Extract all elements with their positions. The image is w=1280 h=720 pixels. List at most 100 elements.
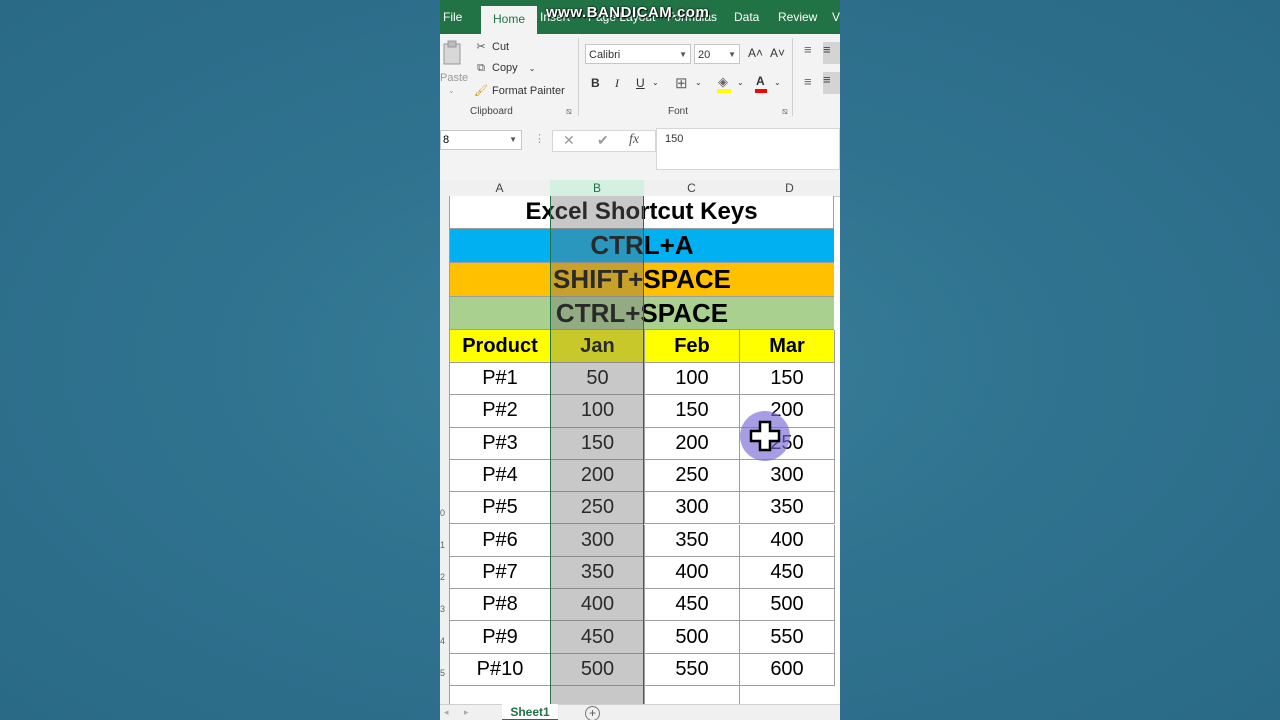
- value-cell[interactable]: 200: [645, 427, 740, 460]
- cancel-icon[interactable]: ✕: [563, 132, 575, 149]
- sheet-tab-sheet1[interactable]: Sheet1: [502, 704, 558, 720]
- value-cell[interactable]: 150: [551, 427, 645, 460]
- product-cell[interactable]: P#5: [450, 492, 551, 525]
- row-number[interactable]: 3: [440, 604, 449, 614]
- value-cell[interactable]: 550: [645, 653, 740, 686]
- value-cell[interactable]: 400: [740, 524, 835, 557]
- product-cell[interactable]: P#1: [450, 363, 551, 396]
- product-cell[interactable]: P#4: [450, 459, 551, 493]
- chevron-down-icon[interactable]: ⌄: [652, 78, 659, 87]
- header-cell-jan[interactable]: Jan: [551, 330, 645, 363]
- value-cell[interactable]: 350: [551, 556, 645, 590]
- tab-data[interactable]: Data: [734, 10, 759, 24]
- align-top-icon[interactable]: ≡: [804, 42, 812, 57]
- product-cell[interactable]: P#6: [450, 524, 551, 557]
- product-cell[interactable]: P#9: [450, 621, 551, 654]
- column-header-a[interactable]: A: [449, 180, 551, 197]
- tab-home[interactable]: Home: [481, 6, 538, 34]
- value-cell[interactable]: 600: [740, 653, 835, 686]
- align-left-icon[interactable]: ≡: [804, 74, 812, 89]
- enter-icon[interactable]: ✔: [597, 132, 609, 149]
- row-number[interactable]: 5: [440, 668, 449, 678]
- fill-color-icon[interactable]: ◈: [718, 74, 728, 90]
- clipboard-launcher-icon[interactable]: ⧅: [566, 106, 572, 117]
- product-cell[interactable]: P#3: [450, 427, 551, 460]
- font-size-value: 20: [698, 49, 711, 61]
- value-cell[interactable]: 100: [551, 395, 645, 428]
- shortcut-cell-shift-space[interactable]: SHIFT+SPACE: [450, 263, 834, 297]
- header-cell-feb[interactable]: Feb: [645, 330, 740, 363]
- value-cell[interactable]: 450: [740, 556, 835, 590]
- empty-cell[interactable]: [740, 686, 835, 704]
- chevron-down-icon[interactable]: ⌄: [737, 78, 744, 87]
- value-cell[interactable]: 50: [551, 363, 645, 396]
- value-cell[interactable]: 400: [551, 589, 645, 622]
- underline-button[interactable]: U: [636, 76, 645, 90]
- select-all-corner[interactable]: [440, 180, 449, 197]
- value-cell[interactable]: 500: [645, 621, 740, 654]
- value-cell[interactable]: 450: [551, 621, 645, 654]
- formula-input[interactable]: 150: [656, 128, 840, 170]
- bold-button[interactable]: B: [591, 76, 600, 90]
- value-cell[interactable]: 500: [740, 589, 835, 622]
- value-cell[interactable]: 150: [740, 363, 835, 396]
- column-header-c[interactable]: C: [644, 180, 740, 197]
- scroll-right-icon[interactable]: ▸: [464, 707, 469, 718]
- value-cell[interactable]: 250: [645, 459, 740, 493]
- paste-button[interactable]: Paste ⌄: [440, 38, 468, 100]
- empty-cell[interactable]: [645, 686, 740, 704]
- row-number[interactable]: 1: [440, 540, 449, 550]
- shrink-font-button[interactable]: A˅: [770, 46, 785, 60]
- tab-review[interactable]: Review: [778, 10, 817, 24]
- value-cell[interactable]: 200: [551, 459, 645, 493]
- value-cell[interactable]: 450: [645, 589, 740, 622]
- product-cell[interactable]: P#2: [450, 395, 551, 428]
- plus-circle-icon[interactable]: +: [585, 706, 600, 720]
- title-cell[interactable]: Excel Shortcut Keys: [450, 196, 834, 229]
- value-cell[interactable]: 300: [740, 459, 835, 493]
- value-cell[interactable]: 350: [645, 524, 740, 557]
- copy-button[interactable]: ⧉ Copy ⌄: [474, 62, 535, 75]
- align-middle-icon[interactable]: ≡: [823, 42, 840, 64]
- value-cell[interactable]: 500: [551, 653, 645, 686]
- scissors-icon: ✂: [476, 41, 486, 53]
- value-cell[interactable]: 100: [645, 363, 740, 396]
- font-color-button[interactable]: A: [756, 74, 765, 88]
- insert-function-icon[interactable]: fx: [629, 132, 639, 148]
- align-center-icon[interactable]: ≡: [823, 72, 840, 94]
- header-cell-product[interactable]: Product: [450, 330, 551, 363]
- product-cell[interactable]: P#10: [450, 653, 551, 686]
- borders-icon[interactable]: ⊞: [675, 74, 688, 92]
- font-size-select[interactable]: 20 ▼: [694, 44, 740, 64]
- cut-button[interactable]: ✂ Cut: [474, 40, 509, 53]
- empty-cell[interactable]: [450, 686, 551, 704]
- tab-file[interactable]: File: [443, 10, 462, 24]
- empty-cell[interactable]: [551, 686, 645, 704]
- column-header-d[interactable]: D: [739, 180, 840, 197]
- value-cell[interactable]: 550: [740, 621, 835, 654]
- header-cell-mar[interactable]: Mar: [740, 330, 835, 363]
- font-launcher-icon[interactable]: ⧅: [782, 106, 788, 117]
- value-cell[interactable]: 350: [740, 492, 835, 525]
- chevron-down-icon[interactable]: ⌄: [774, 78, 781, 87]
- row-number[interactable]: 0: [440, 508, 449, 518]
- format-painter-button[interactable]: 🖌 Format Painter: [474, 84, 565, 97]
- tab-view[interactable]: V: [832, 10, 840, 24]
- shortcut-cell-ctrl-space[interactable]: CTRL+SPACE: [450, 297, 834, 330]
- name-box[interactable]: 8 ▼: [440, 130, 522, 150]
- grow-font-button[interactable]: A˄: [748, 46, 763, 60]
- row-number[interactable]: 2: [440, 572, 449, 582]
- row-number[interactable]: 4: [440, 636, 449, 646]
- font-name-select[interactable]: Calibri ▼: [585, 44, 691, 64]
- shortcut-cell-ctrl-a[interactable]: CTRL+A: [450, 229, 834, 263]
- value-cell[interactable]: 300: [551, 524, 645, 557]
- chevron-down-icon[interactable]: ⌄: [695, 78, 702, 87]
- product-cell[interactable]: P#7: [450, 556, 551, 590]
- italic-button[interactable]: I: [615, 76, 619, 91]
- value-cell[interactable]: 300: [645, 492, 740, 525]
- scroll-left-icon[interactable]: ◂: [444, 707, 449, 718]
- product-cell[interactable]: P#8: [450, 589, 551, 622]
- value-cell[interactable]: 150: [645, 395, 740, 428]
- value-cell[interactable]: 400: [645, 556, 740, 590]
- value-cell[interactable]: 250: [551, 492, 645, 525]
